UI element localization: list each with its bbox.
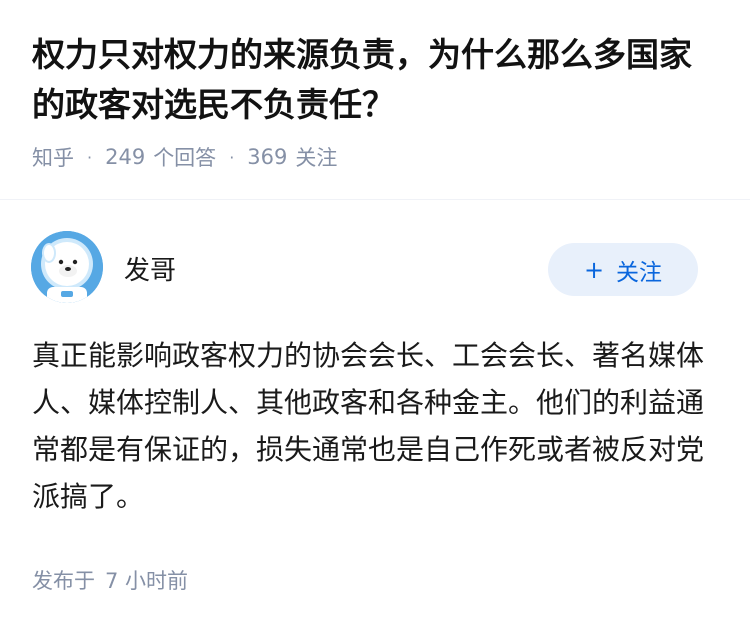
bear-astronaut-avatar-icon	[31, 231, 103, 303]
answer-content[interactable]: 真正能影响政客权力的协会会长、工会会长、著名媒体人、媒体控制人、其他政客和各种金…	[32, 332, 722, 520]
meta-separator: ·	[229, 147, 235, 167]
followers-label[interactable]: 关注	[295, 142, 337, 172]
author-name[interactable]: 发哥	[124, 250, 176, 287]
plus-icon: +	[583, 255, 605, 284]
follow-button[interactable]: + 关注	[548, 243, 698, 296]
follow-button-label: 关注	[616, 259, 663, 286]
avatar[interactable]	[31, 231, 103, 303]
answer-footer: 发布于 7 小时前	[32, 565, 188, 595]
author-row: 发哥 + 关注	[0, 200, 750, 310]
question-header: 权力只对权力的来源负责，为什么那么多国家的政客对选民不负责任？ 知乎 · 249…	[0, 0, 750, 172]
answers-label[interactable]: 个回答	[153, 142, 216, 172]
answers-count: 249	[105, 145, 146, 169]
answer-card: 发哥 + 关注 真正能影响政客权力的协会会长、工会会长、著名媒体人、媒体控制人、…	[0, 200, 750, 593]
source-label[interactable]: 知乎	[32, 142, 74, 172]
question-meta: 知乎 · 249 个回答 · 369 关注	[32, 142, 718, 172]
meta-separator: ·	[87, 147, 93, 167]
published-time: 7 小时前	[105, 569, 189, 593]
published-label: 发布于	[32, 569, 95, 593]
question-title[interactable]: 权力只对权力的来源负责，为什么那么多国家的政客对选民不负责任？	[32, 30, 718, 130]
followers-count: 369	[247, 145, 288, 169]
